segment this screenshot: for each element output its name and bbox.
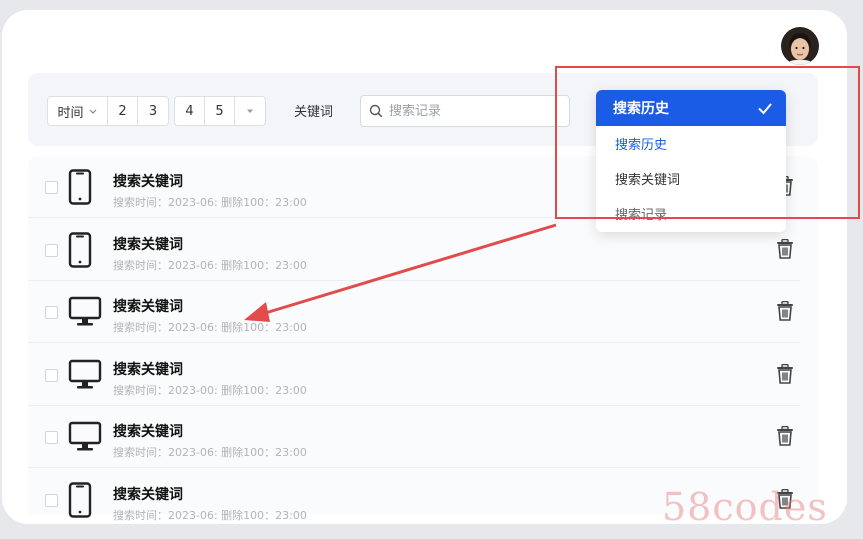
row-title: 搜索关键词 — [113, 424, 183, 440]
page-button-4[interactable]: 4 — [175, 97, 205, 125]
row-meta: 搜索时间：2023-06: 删除100：23:00 — [113, 258, 307, 272]
search-icon — [369, 104, 383, 118]
time-sort-dropdown[interactable]: 时间 — [48, 97, 108, 125]
page-more-button[interactable] — [235, 97, 265, 125]
keyword-label: 关键词 — [294, 105, 334, 120]
page-button-3[interactable]: 3 — [138, 97, 168, 125]
phone-icon — [68, 169, 92, 209]
chevron-down-icon — [89, 109, 96, 114]
row-checkbox[interactable] — [45, 493, 58, 507]
dropdown-selected-label: 搜索历史 — [613, 101, 669, 117]
list-item[interactable]: 搜索关键词搜索时间：2023-06: 删除100：23:00 — [28, 281, 800, 343]
row-meta: 搜索时间：2023-06: 删除100：23:00 — [113, 446, 307, 459]
caret-down-icon — [247, 109, 253, 113]
row-meta: 搜索时间：2023-00: 删除100：23:00 — [113, 383, 307, 397]
page-button-2[interactable]: 2 — [108, 97, 138, 125]
avatar[interactable] — [781, 27, 819, 65]
row-title: 搜索关键词 — [113, 361, 183, 378]
phone-icon — [68, 231, 92, 272]
history-dropdown-menu: 搜索历史 搜索历史 搜索关键词 搜索记录 — [596, 90, 786, 232]
dropdown-item-record[interactable]: 搜索记录 — [596, 196, 786, 231]
row-title: 搜索关键词 — [113, 486, 183, 503]
search-box[interactable] — [360, 95, 570, 127]
phone-icon — [68, 481, 92, 522]
row-meta: 搜索时间：2023-06: 删除100：23:00 — [113, 196, 307, 209]
row-title: 搜索关键词 — [113, 174, 183, 190]
time-pagination-group: 时间 2 3 — [47, 96, 169, 126]
watermark: 58codes — [662, 485, 828, 529]
page-group: 4 5 — [174, 96, 266, 126]
check-icon — [758, 103, 772, 115]
dropdown-item-keyword[interactable]: 搜索关键词 — [596, 161, 786, 196]
trash-icon[interactable] — [776, 363, 794, 388]
page-button-5[interactable]: 5 — [205, 97, 235, 125]
monitor-icon — [68, 357, 102, 395]
trash-icon[interactable] — [776, 238, 794, 263]
row-checkbox[interactable] — [45, 243, 58, 257]
main-card: 时间 2 3 4 5 关键词 搜索关键词搜索时间：2023-06: 删除100：… — [2, 10, 847, 524]
trash-icon[interactable] — [776, 300, 794, 325]
row-checkbox[interactable] — [45, 181, 58, 194]
trash-icon[interactable] — [776, 425, 794, 450]
search-input[interactable] — [389, 103, 559, 119]
dropdown-selected-item[interactable]: 搜索历史 — [596, 90, 786, 126]
row-checkbox[interactable] — [45, 368, 58, 382]
list-item[interactable]: 搜索关键词搜索时间：2023-00: 删除100：23:00 — [28, 344, 800, 406]
monitor-icon — [68, 294, 102, 332]
monitor-icon — [68, 419, 102, 457]
time-label: 时间 — [57, 105, 84, 121]
row-title: 搜索关键词 — [113, 299, 183, 315]
row-checkbox[interactable] — [45, 431, 58, 444]
row-meta: 搜索时间：2023-06: 删除100：23:00 — [113, 321, 307, 334]
dropdown-item-history[interactable]: 搜索历史 — [596, 126, 786, 161]
row-meta: 搜索时间：2023-06: 删除100：23:00 — [113, 508, 307, 522]
row-title: 搜索关键词 — [113, 236, 183, 253]
row-checkbox[interactable] — [45, 306, 58, 319]
list-item[interactable]: 搜索关键词搜索时间：2023-06: 删除100：23:00 — [28, 406, 800, 468]
